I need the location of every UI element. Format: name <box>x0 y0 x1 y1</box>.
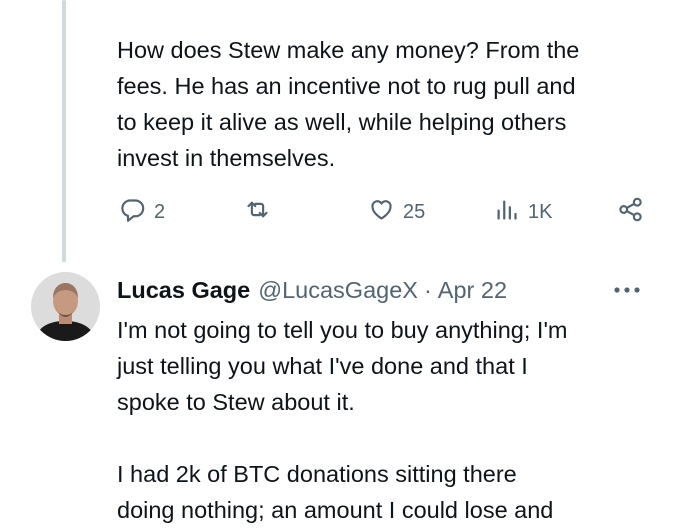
like-button[interactable]: 25 <box>368 196 425 229</box>
reply-icon <box>119 196 146 229</box>
more-icon <box>613 281 641 299</box>
share-button[interactable] <box>617 196 644 229</box>
avatar[interactable] <box>31 272 100 341</box>
thread-connector-line <box>62 0 66 262</box>
author-name[interactable]: Lucas Gage <box>117 277 250 304</box>
like-icon <box>368 196 395 229</box>
more-options-button[interactable] <box>610 275 644 305</box>
tweet-actions-bar: 2 25 1K <box>117 196 647 232</box>
reply-button[interactable]: 2 <box>119 196 165 229</box>
tweet-date[interactable]: Apr 22 <box>438 277 507 304</box>
tweet-text: I'm not going to tell you to buy anythin… <box>117 317 568 523</box>
views-count: 1K <box>528 201 553 223</box>
reply-count: 2 <box>154 201 166 223</box>
separator-dot: · <box>423 276 432 303</box>
author-handle[interactable]: @LucasGageX <box>258 277 418 304</box>
retweet-button[interactable] <box>244 196 279 229</box>
tweet-header: Lucas Gage @LucasGageX · Apr 22 <box>117 272 654 308</box>
retweet-icon <box>244 196 271 229</box>
avatar-image <box>31 272 100 341</box>
views-icon <box>493 196 520 229</box>
like-count: 25 <box>403 201 426 223</box>
views-button[interactable]: 1K <box>493 196 552 229</box>
share-icon <box>617 196 644 229</box>
tweet-text: How does Stew make any money? From the f… <box>117 37 580 171</box>
